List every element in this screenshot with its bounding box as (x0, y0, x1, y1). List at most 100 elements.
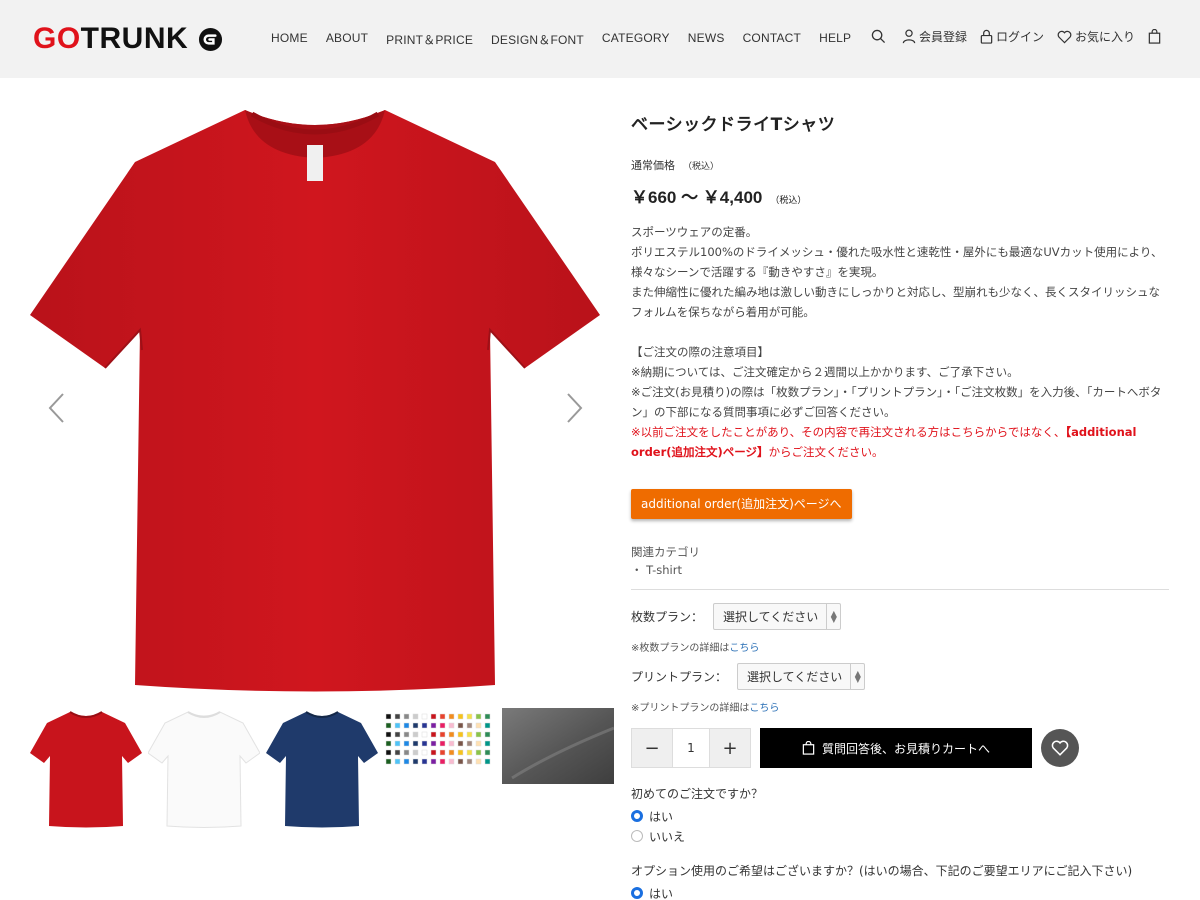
color-swatch (484, 731, 491, 738)
thumbnail-fabric[interactable] (502, 708, 615, 832)
color-swatch (394, 749, 401, 756)
color-swatch (394, 722, 401, 729)
print-plan-select[interactable]: 選択してください ▲ ▼ (737, 663, 866, 690)
favorites-link[interactable]: お気に入り (1057, 28, 1135, 45)
quantity-plus-button[interactable]: + (710, 729, 750, 767)
color-swatch (430, 749, 437, 756)
color-swatch (421, 758, 428, 765)
nav-print-price[interactable]: PRINT＆PRICE (386, 31, 473, 48)
color-swatch (385, 758, 392, 765)
radio-checked-icon (631, 887, 643, 899)
color-swatch (439, 749, 446, 756)
radio-checked-icon (631, 810, 643, 822)
color-swatch (439, 740, 446, 747)
nav-news[interactable]: NEWS (688, 31, 725, 48)
nav-help[interactable]: HELP (819, 31, 851, 48)
heart-icon (1051, 740, 1069, 756)
color-swatch (412, 731, 419, 738)
quantity-minus-button[interactable]: − (632, 729, 672, 767)
bag-button[interactable] (1148, 29, 1164, 44)
option-question: オプション使用のご希望はございますか？(はいの場合、下記のご要望エリアにご記入下… (631, 864, 1133, 878)
cart-icon (802, 741, 815, 755)
color-swatch (484, 722, 491, 729)
thumbnail-color-chart[interactable] (384, 708, 496, 832)
color-swatch (457, 731, 464, 738)
color-swatch (385, 731, 392, 738)
heart-icon (1057, 30, 1072, 43)
color-swatch (466, 740, 473, 747)
color-swatch (448, 722, 455, 729)
nav-contact[interactable]: CONTACT (743, 31, 802, 48)
first-order-no[interactable]: いいえ (631, 828, 1169, 844)
login-label: ログイン (995, 30, 1044, 44)
color-swatch (403, 740, 410, 747)
color-swatch (457, 722, 464, 729)
color-swatch (403, 722, 410, 729)
quantity-plan-link[interactable]: こちら (729, 643, 759, 654)
color-swatch (466, 722, 473, 729)
thumbnail-strip (30, 708, 615, 832)
quantity-plan-label: 枚数プラン： (631, 610, 704, 624)
color-swatch (439, 713, 446, 720)
favorite-button[interactable] (1041, 729, 1079, 767)
logo-text: GOTRUNK (33, 22, 189, 55)
option-yes[interactable]: はい (631, 885, 1169, 900)
color-swatch (412, 749, 419, 756)
notice-title: 【ご注文の際の注意項目】 (631, 345, 769, 359)
color-swatch (484, 758, 491, 765)
color-swatch (430, 722, 437, 729)
bag-icon (1148, 29, 1161, 44)
chevron-left-icon[interactable] (45, 390, 69, 426)
site-logo[interactable]: GOTRUNK (33, 24, 223, 54)
nav-about[interactable]: ABOUT (326, 31, 368, 48)
nav-category[interactable]: CATEGORY (602, 31, 670, 48)
color-swatch (466, 749, 473, 756)
color-swatch (403, 758, 410, 765)
color-swatch (403, 731, 410, 738)
color-swatch (394, 731, 401, 738)
login-link[interactable]: ログイン (980, 28, 1044, 45)
color-swatch (475, 749, 482, 756)
color-swatch (430, 731, 437, 738)
thumbnail-white[interactable] (147, 708, 261, 832)
color-swatch (484, 749, 491, 756)
color-swatch (448, 749, 455, 756)
print-plan-link[interactable]: こちら (749, 703, 779, 714)
header-actions: 会員登録 ログイン お気に入り (858, 28, 1164, 45)
select-caret-icon: ▲ ▼ (850, 664, 864, 689)
color-swatch (412, 740, 419, 747)
quantity-input[interactable] (672, 729, 710, 767)
nav-design-font[interactable]: DESIGN＆FONT (491, 31, 584, 48)
price-range: ￥660 〜 ￥4,400 （税込） (631, 188, 807, 207)
select-caret-icon: ▲ ▼ (826, 604, 840, 629)
color-swatch (421, 713, 428, 720)
lock-icon (980, 29, 993, 44)
search-icon (871, 29, 886, 44)
product-main-image (30, 100, 600, 700)
search-button[interactable] (871, 29, 889, 44)
color-swatch (475, 731, 482, 738)
nav-home[interactable]: HOME (271, 31, 308, 48)
additional-order-button[interactable]: additional order(追加注文)ページへ (631, 489, 852, 519)
radio-unchecked-icon (631, 830, 643, 842)
thumbnail-red[interactable] (30, 708, 142, 832)
color-swatch (448, 740, 455, 747)
price-label: 通常価格 （税込） (631, 159, 720, 172)
color-swatch (430, 740, 437, 747)
divider (631, 589, 1169, 590)
add-to-cart-button[interactable]: 質問回答後、お見積りカートへ (760, 728, 1032, 768)
related-category-label: 関連カテゴリ (631, 545, 700, 559)
color-swatch (448, 731, 455, 738)
print-plan-label: プリントプラン： (631, 670, 728, 684)
color-swatch (475, 722, 482, 729)
color-swatch (394, 758, 401, 765)
chevron-right-icon[interactable] (562, 390, 586, 426)
color-swatch (403, 713, 410, 720)
thumbnail-navy[interactable] (266, 708, 378, 832)
color-swatch (385, 740, 392, 747)
register-link[interactable]: 会員登録 (902, 28, 967, 45)
color-swatch (484, 713, 491, 720)
related-category-item[interactable]: ・ T-shirt (631, 561, 1169, 579)
first-order-yes[interactable]: はい (631, 808, 1169, 824)
quantity-plan-select[interactable]: 選択してください ▲ ▼ (713, 603, 842, 630)
